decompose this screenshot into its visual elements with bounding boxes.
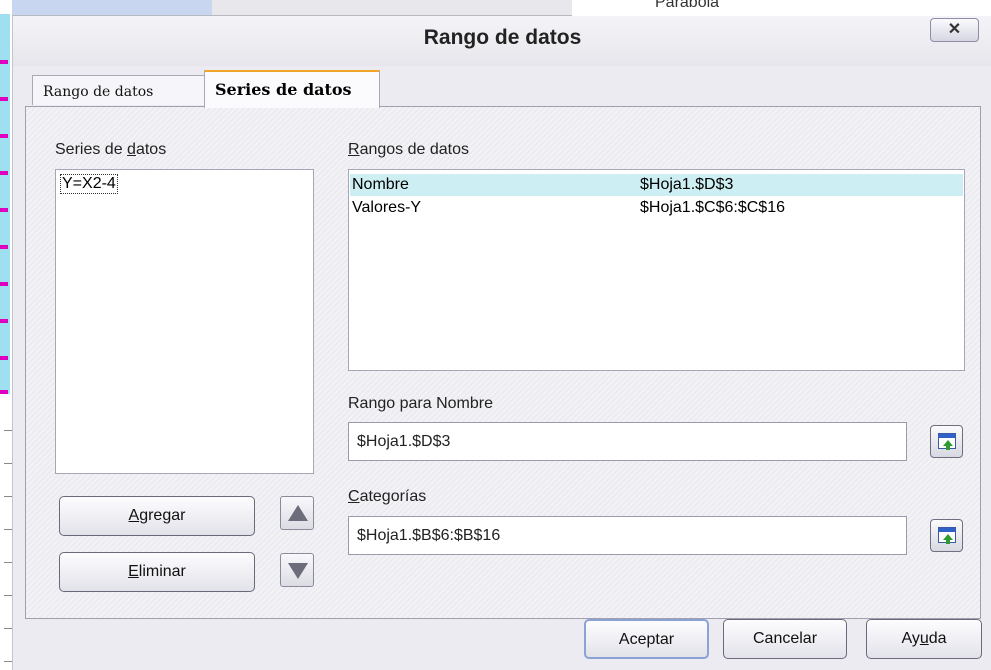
series-list[interactable]: Y=X2-4	[55, 169, 314, 474]
tab-data-series[interactable]: Series de datos	[204, 70, 380, 108]
tab-data-range[interactable]: Rango de datos	[32, 75, 205, 105]
close-button[interactable]: ✕	[930, 18, 979, 42]
chart-marker	[0, 134, 8, 138]
range-role: Nombre	[352, 176, 409, 193]
series-list-item[interactable]: Y=X2-4	[60, 174, 118, 194]
chart-marker	[0, 282, 8, 286]
move-up-button[interactable]	[280, 496, 314, 530]
help-button[interactable]: Ayuda	[866, 619, 982, 659]
range-name-select-button[interactable]	[930, 425, 963, 458]
spreadsheet-toolbar	[12, 0, 572, 16]
range-row[interactable]: Valores-Y $Hoja1.$C$6:$C$16	[350, 197, 963, 219]
move-down-button[interactable]	[280, 553, 314, 587]
categories-select-button[interactable]	[930, 519, 963, 552]
range-value: $Hoja1.$D$3	[640, 176, 734, 193]
grid-tick	[4, 529, 12, 530]
data-ranges-list[interactable]: Nombre $Hoja1.$D$3 Valores-Y $Hoja1.$C$6…	[348, 169, 965, 371]
grid-tick	[4, 496, 12, 497]
range-value: $Hoja1.$C$6:$C$16	[640, 199, 785, 216]
cancel-button[interactable]: Cancelar	[723, 619, 847, 659]
chart-marker	[0, 60, 8, 64]
chart-marker	[0, 171, 8, 175]
data-ranges-label: Rangos de datos	[348, 141, 469, 158]
categories-label: Categorías	[348, 488, 427, 505]
chart-fragment	[0, 14, 10, 394]
title-bar[interactable]: Rango de datos ✕	[13, 16, 991, 66]
range-name-field[interactable]: $Hoja1.$D$3	[348, 422, 907, 461]
grid-tick	[4, 562, 12, 563]
arrow-up-icon	[288, 505, 308, 521]
arrow-down-icon	[288, 563, 308, 579]
grid-tick	[4, 430, 12, 431]
chart-marker	[0, 208, 8, 212]
grid-tick	[4, 595, 12, 596]
chart-title-fragment: Parabola	[655, 0, 720, 11]
add-button[interactable]: Agregar	[59, 496, 255, 536]
chart-marker	[0, 356, 8, 360]
chart-marker	[0, 97, 8, 101]
dialog-title: Rango de datos	[423, 26, 582, 49]
grid-tick	[4, 463, 12, 464]
remove-button[interactable]: Eliminar	[59, 552, 255, 592]
range-name-label: Rango para Nombre	[348, 395, 493, 412]
categories-field[interactable]: $Hoja1.$B$6:$B$16	[348, 516, 907, 555]
series-list-label: Series de datos	[55, 141, 167, 158]
range-row[interactable]: Nombre $Hoja1.$D$3	[350, 174, 963, 196]
chart-marker	[0, 390, 8, 394]
chart-marker	[0, 319, 8, 323]
close-icon: ✕	[947, 21, 962, 38]
range-role: Valores-Y	[352, 199, 422, 216]
chart-marker	[0, 245, 8, 249]
tab-panel: Series de datos Y=X2-4 Rangos de datos N…	[25, 106, 981, 619]
data-range-dialog: Rango de datos ✕ Rango de datos Series d…	[12, 16, 991, 670]
grid-tick	[4, 661, 12, 662]
grid-tick	[4, 628, 12, 629]
ok-button[interactable]: Aceptar	[584, 619, 709, 659]
